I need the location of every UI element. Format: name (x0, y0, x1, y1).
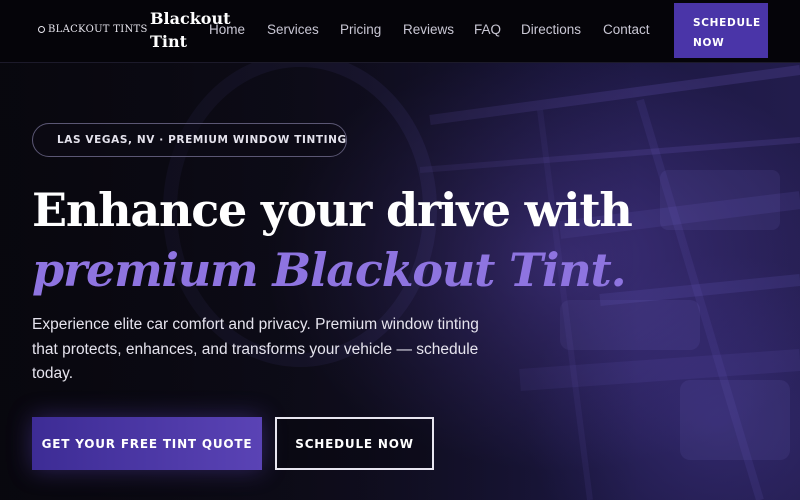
nav-link-pricing[interactable]: Pricing (340, 22, 381, 37)
location-badge: LAS VEGAS, NV · PREMIUM WINDOW TINTING (32, 123, 347, 157)
schedule-now-button[interactable]: SCHEDULE NOW (275, 417, 434, 470)
nav-link-reviews[interactable]: Reviews (403, 22, 454, 37)
logo-text: BLACKOUT TINTS (48, 24, 148, 35)
nav-link-services[interactable]: Services (267, 22, 319, 37)
top-navigation: BLACKOUT TINTS Blackout Tint Home Servic… (0, 0, 800, 63)
free-quote-button[interactable]: GET YOUR FREE TINT QUOTE (32, 417, 262, 470)
site-logo[interactable]: BLACKOUT TINTS (38, 24, 148, 35)
headline-line-2: premium Blackout Tint. (32, 243, 627, 297)
logo-ring-icon (38, 26, 45, 33)
hero-headline: Enhance your drive with premium Blackout… (32, 180, 732, 300)
nav-link-faq[interactable]: FAQ (474, 22, 501, 37)
nav-link-home[interactable]: Home (209, 22, 245, 37)
headline-line-1: Enhance your drive with (32, 183, 633, 237)
nav-schedule-now-button[interactable]: SCHEDULE NOW (674, 3, 768, 58)
nav-link-directions[interactable]: Directions (521, 22, 581, 37)
nav-link-contact[interactable]: Contact (603, 22, 650, 37)
hero-subtext: Experience elite car comfort and privacy… (32, 316, 479, 382)
badge-text: LAS VEGAS, NV · PREMIUM WINDOW TINTING (57, 134, 347, 146)
